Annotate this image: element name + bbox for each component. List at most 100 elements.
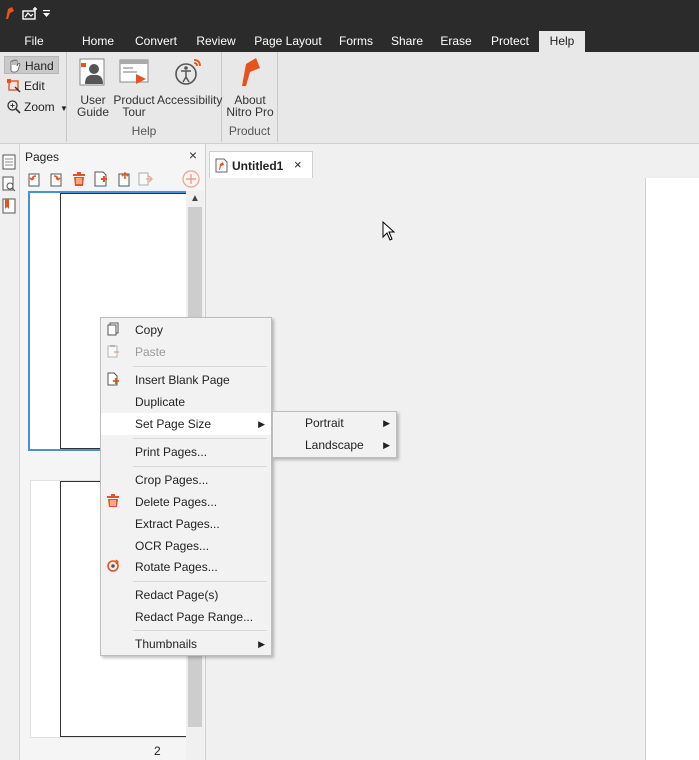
accessibility-button[interactable]: Accessibility <box>157 56 223 107</box>
menu-item-delete-pages-label: Delete Pages... <box>135 495 218 509</box>
page-search-icon[interactable] <box>2 176 16 192</box>
scroll-up-icon[interactable]: ▲ <box>190 193 200 204</box>
menu-item-duplicate-label: Duplicate <box>135 395 186 409</box>
insert-page-icon[interactable] <box>93 171 109 187</box>
mouse-cursor-icon <box>382 221 396 241</box>
hand-icon <box>10 59 21 73</box>
submenu-arrow-icon: ▶ <box>258 419 265 429</box>
submenu-item-landscape[interactable]: Landscape ▶ <box>273 434 396 456</box>
tab-share[interactable]: Share <box>386 31 428 52</box>
submenu-arrow-icon: ▶ <box>258 639 265 649</box>
tab-help[interactable]: Help <box>539 31 585 52</box>
rotate-right-icon[interactable] <box>48 171 64 187</box>
tab-review[interactable]: Review <box>192 31 240 52</box>
left-rail <box>0 144 20 760</box>
tab-erase[interactable]: Erase <box>436 31 476 52</box>
tab-convert[interactable]: Convert <box>130 31 182 52</box>
menu-item-print-pages-label: Print Pages... <box>135 445 208 459</box>
title-bar <box>0 0 699 28</box>
submenu-item-portrait[interactable]: Portrait ▶ <box>273 412 396 434</box>
delete-page-icon[interactable] <box>71 171 87 187</box>
help-group-label: Help <box>131 124 157 138</box>
menu-item-ocr-pages[interactable]: OCR Pages... <box>101 535 271 557</box>
document-page-edge <box>645 178 699 760</box>
pages-panel-close-button[interactable]: × <box>189 147 197 163</box>
rotate-left-icon[interactable] <box>26 171 42 187</box>
user-guide-icon <box>79 58 105 86</box>
insert-page-icon <box>107 372 119 386</box>
pages-panel-icon[interactable] <box>2 154 16 170</box>
bookmarks-icon[interactable] <box>2 198 16 214</box>
menu-item-extract-pages[interactable]: Extract Pages... <box>101 513 271 535</box>
zoom-tool-label: Zoom <box>24 100 55 114</box>
edit-select-icon <box>7 79 21 93</box>
page-size-submenu: Portrait ▶ Landscape ▶ <box>272 411 397 458</box>
menu-item-ocr-pages-label: OCR Pages... <box>135 539 210 553</box>
menu-item-paste-label: Paste <box>135 345 166 359</box>
help-group: User Guide Product Tour Accessibility He… <box>66 52 222 142</box>
menu-item-insert-blank-page-label: Insert Blank Page <box>135 373 230 387</box>
menu-item-redact-pages-label: Redact Page(s) <box>135 588 219 602</box>
accessibility-label: Accessibility <box>157 93 223 107</box>
accessibility-icon <box>175 59 201 85</box>
submenu-item-portrait-label: Portrait <box>305 416 344 430</box>
tab-file[interactable]: File <box>14 31 54 52</box>
menu-item-set-page-size[interactable]: Set Page Size ▶ <box>101 413 271 435</box>
submenu-arrow-icon: ▶ <box>383 418 390 428</box>
hand-tool-button[interactable]: Hand <box>4 56 59 74</box>
nitro-logo-icon <box>242 58 260 86</box>
page-number-label: 2 <box>154 744 161 758</box>
pages-panel-title: Pages <box>25 150 60 164</box>
menu-item-redact-page-range[interactable]: Redact Page Range... <box>101 606 271 628</box>
menu-item-rotate-pages[interactable]: Rotate Pages... <box>101 556 271 578</box>
rotate-icon <box>107 559 119 572</box>
tab-protect[interactable]: Protect <box>484 31 536 52</box>
menu-item-crop-pages-label: Crop Pages... <box>135 473 209 487</box>
product-tour-label-2: Tour <box>122 105 146 119</box>
zoom-tool-button[interactable]: Zoom ▼ <box>4 98 72 116</box>
menu-item-set-page-size-label: Set Page Size <box>135 417 212 431</box>
nitro-logo-icon <box>6 7 14 19</box>
submenu-arrow-icon: ▶ <box>383 440 390 450</box>
quick-access-dropdown-icon[interactable] <box>43 10 51 18</box>
menu-item-paste[interactable]: Paste <box>101 341 271 363</box>
tab-forms[interactable]: Forms <box>334 31 378 52</box>
menu-item-insert-blank-page[interactable]: Insert Blank Page <box>101 369 271 391</box>
extract-page-icon[interactable] <box>117 171 133 187</box>
menu-bar: File Home Convert Review Page Layout For… <box>0 28 699 52</box>
product-tour-button[interactable]: Product Tour <box>113 56 155 118</box>
menu-separator <box>133 630 267 631</box>
menu-separator <box>133 466 267 467</box>
edit-tool-button[interactable]: Edit <box>4 77 49 95</box>
menu-item-print-pages[interactable]: Print Pages... <box>101 441 271 463</box>
quick-access-icon[interactable] <box>22 6 40 20</box>
menu-item-thumbnails[interactable]: Thumbnails ▶ <box>101 633 271 655</box>
context-menu: Copy Paste Insert Blank Page Duplicate S… <box>100 317 272 656</box>
menu-item-rotate-pages-label: Rotate Pages... <box>135 560 218 574</box>
menu-item-duplicate[interactable]: Duplicate <box>101 391 271 413</box>
document-tab[interactable]: Untitled1 × <box>209 151 313 178</box>
menu-item-copy[interactable]: Copy <box>101 319 271 341</box>
menu-item-redact-page-range-label: Redact Page Range... <box>135 610 254 624</box>
product-group: About Nitro Pro Product <box>222 52 278 142</box>
product-tour-icon <box>119 59 149 84</box>
add-page-icon[interactable] <box>182 170 200 188</box>
menu-item-redact-pages[interactable]: Redact Page(s) <box>101 584 271 606</box>
menu-separator <box>133 581 267 582</box>
replace-page-icon[interactable] <box>137 171 153 187</box>
menu-item-crop-pages[interactable]: Crop Pages... <box>101 469 271 491</box>
tab-home[interactable]: Home <box>76 31 120 52</box>
menu-item-copy-label: Copy <box>135 323 164 337</box>
user-guide-label-2: Guide <box>76 105 110 119</box>
document-tab-title: Untitled1 <box>232 159 284 173</box>
document-tab-close-button[interactable]: × <box>294 157 302 172</box>
user-guide-button[interactable]: User Guide <box>73 56 113 118</box>
about-nitro-button[interactable]: About Nitro Pro <box>224 56 276 118</box>
copy-icon <box>107 322 119 336</box>
tab-page-layout[interactable]: Page Layout <box>250 31 326 52</box>
menu-item-delete-pages[interactable]: Delete Pages... <box>101 491 271 513</box>
menu-item-thumbnails-label: Thumbnails <box>135 637 198 651</box>
product-group-label: Product <box>228 124 271 138</box>
paste-icon <box>107 345 119 358</box>
submenu-item-landscape-label: Landscape <box>305 438 364 452</box>
